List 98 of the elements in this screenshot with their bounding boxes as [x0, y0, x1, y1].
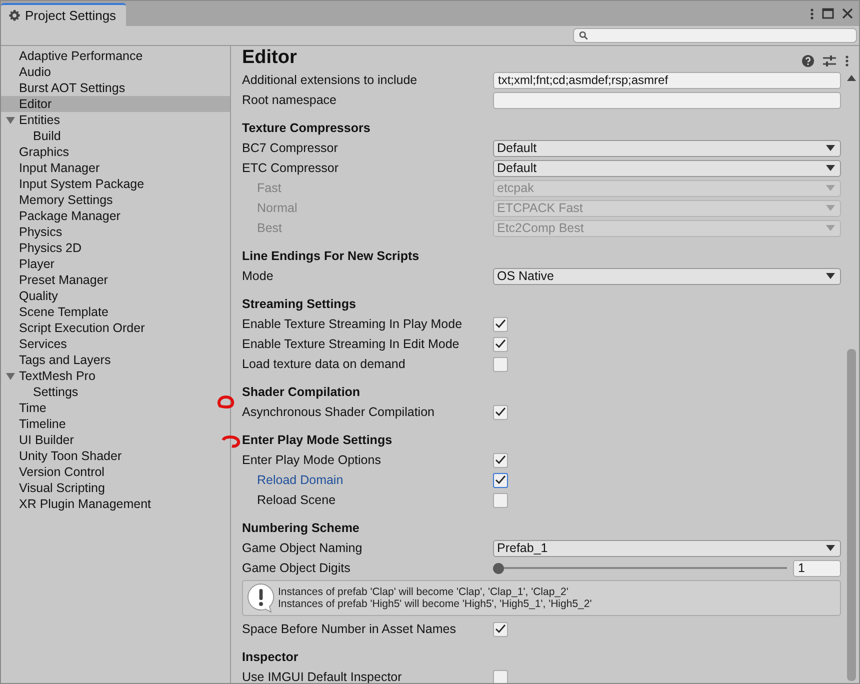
sidebar-item[interactable]: Services — [1, 336, 230, 352]
sidebar-item[interactable]: Physics 2D — [1, 240, 230, 256]
sidebar-item[interactable]: Settings — [1, 384, 230, 400]
caret-icon — [826, 145, 835, 151]
sidebar-item[interactable]: Scene Template — [1, 304, 230, 320]
dropdown[interactable]: Default — [493, 140, 841, 156]
sidebar-item[interactable]: Build — [1, 128, 230, 144]
dropdown[interactable]: Default — [493, 160, 841, 176]
expand-arrow-icon[interactable] — [6, 116, 15, 124]
field-label: Enter Play Mode Options — [242, 453, 381, 467]
sidebar-item[interactable]: TextMesh Pro — [1, 368, 230, 384]
section-header: Shader Compilation — [242, 385, 360, 399]
checkbox[interactable] — [493, 452, 508, 468]
sidebar-item[interactable]: Package Manager — [1, 208, 230, 224]
sidebar-item[interactable]: Input Manager — [1, 160, 230, 176]
sidebar-item[interactable]: Time — [1, 400, 230, 416]
caret-icon — [826, 545, 835, 551]
section-header: Line Endings For New Scripts — [242, 249, 420, 263]
dropdown[interactable]: OS Native — [493, 268, 841, 284]
field-label: Enable Texture Streaming In Edit Mode — [242, 337, 460, 351]
caret-icon — [826, 165, 835, 171]
checkbox[interactable] — [493, 356, 508, 372]
caret-icon — [826, 185, 835, 191]
maximize-icon[interactable] — [822, 8, 834, 19]
sidebar-item[interactable]: Editor — [1, 96, 230, 112]
annotation-mark — [217, 395, 235, 409]
sidebar-item[interactable]: Preset Manager — [1, 272, 230, 288]
section-header: Inspector — [242, 650, 298, 664]
field-label: Game Object Digits — [242, 561, 350, 575]
section-header: Texture Compressors — [242, 121, 370, 135]
text-field[interactable] — [493, 92, 841, 108]
checkbox[interactable] — [493, 336, 508, 352]
caret-icon — [826, 225, 835, 231]
sidebar-item[interactable]: Graphics — [1, 144, 230, 160]
field-label: Root namespace — [242, 93, 337, 107]
sidebar-item[interactable]: Player — [1, 256, 230, 272]
sliders-icon[interactable] — [823, 55, 836, 67]
window-tab[interactable]: Project Settings — [1, 3, 126, 26]
field-label: Game Object Naming — [242, 541, 362, 555]
panel-title: Editor — [242, 47, 297, 69]
text-field[interactable]: txt;xml;fnt;cd;asmdef;rsp;asmref — [493, 72, 841, 88]
sidebar-item[interactable]: Script Execution Order — [1, 320, 230, 336]
field-label: Mode — [242, 269, 274, 283]
field-label: Reload Domain — [257, 473, 344, 487]
checkbox[interactable] — [493, 670, 508, 683]
checkbox[interactable] — [493, 472, 508, 488]
field-label: Space Before Number in Asset Names — [242, 622, 456, 636]
field-label: Normal — [257, 201, 298, 215]
field-label: Asynchronous Shader Compilation — [242, 405, 434, 419]
help-text: Instances of prefab 'Clap' will become 'Clap', 'Clap_1', 'Clap_2' — [278, 586, 570, 598]
field-label: Load texture data on demand — [242, 357, 406, 371]
sidebar-item[interactable]: Quality — [1, 288, 230, 304]
scroll-thumb[interactable] — [847, 349, 856, 681]
caret-icon — [826, 205, 835, 211]
sidebar-item[interactable]: Physics — [1, 224, 230, 240]
sidebar-item[interactable]: Version Control — [1, 464, 230, 480]
field-label: Best — [257, 221, 282, 235]
sidebar-item[interactable]: XR Plugin Management — [1, 496, 230, 512]
field-label: Reload Scene — [257, 493, 336, 507]
sidebar-item[interactable]: Visual Scripting — [1, 480, 230, 496]
section-header: Enter Play Mode Settings — [242, 433, 392, 447]
scroll-up-icon[interactable] — [847, 75, 856, 81]
annotation-mark — [221, 435, 241, 449]
expand-arrow-icon[interactable] — [6, 372, 15, 380]
checkbox[interactable] — [493, 492, 508, 508]
sidebar-item[interactable]: Memory Settings — [1, 192, 230, 208]
sidebar-item[interactable]: Unity Toon Shader — [1, 448, 230, 464]
number-field[interactable]: 1 — [793, 560, 841, 576]
field-label: Additional extensions to include — [242, 73, 418, 87]
help-icon[interactable] — [802, 55, 814, 67]
field-label: ETC Compressor — [242, 161, 339, 175]
field-label: Enable Texture Streaming In Play Mode — [242, 317, 462, 331]
checkbox[interactable] — [493, 622, 508, 636]
section-header: Numbering Scheme — [242, 521, 360, 535]
more-icon[interactable] — [845, 55, 849, 67]
search-field[interactable] — [573, 28, 857, 43]
sidebar-item[interactable]: Tags and Layers — [1, 352, 230, 368]
field-label: Fast — [257, 181, 282, 195]
gear-icon — [8, 9, 21, 22]
sidebar-item[interactable]: Entities — [1, 112, 230, 128]
field-label: BC7 Compressor — [242, 141, 338, 155]
caret-icon — [826, 273, 835, 279]
more-icon[interactable] — [810, 8, 814, 20]
section-header: Streaming Settings — [242, 297, 356, 311]
sidebar-item[interactable]: UI Builder — [1, 432, 230, 448]
search-icon — [579, 31, 588, 40]
sidebar-item[interactable]: Burst AOT Settings — [1, 80, 230, 96]
checkbox[interactable] — [493, 404, 508, 420]
sidebar-item[interactable]: Audio — [1, 64, 230, 80]
warning-icon — [247, 583, 275, 613]
sidebar-item[interactable]: Adaptive Performance — [1, 48, 230, 64]
dropdown[interactable]: Prefab_1 — [493, 540, 841, 556]
sidebar-item[interactable]: Timeline — [1, 416, 230, 432]
slider-handle[interactable] — [493, 562, 504, 574]
sidebar-item[interactable]: Input System Package — [1, 176, 230, 192]
help-text: Instances of prefab 'High5' will become 'High5', 'High5_1', 'High5_2' — [278, 598, 592, 610]
checkbox[interactable] — [493, 316, 508, 332]
close-icon[interactable] — [842, 8, 853, 19]
